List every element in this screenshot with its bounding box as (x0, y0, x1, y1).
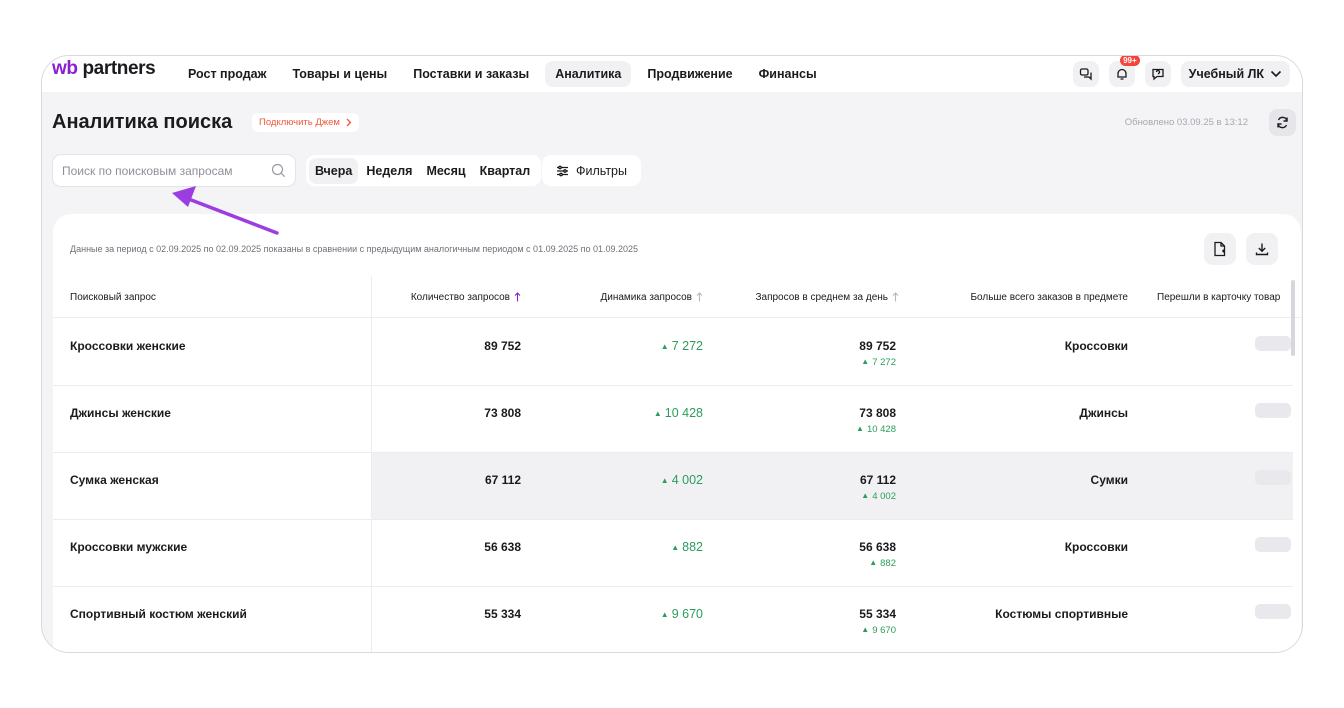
table-row[interactable]: Сумка женская 67 112 ▲ 4 002 67 112 ▲ 4 002… (53, 453, 1293, 520)
chevron-down-icon (1270, 70, 1282, 78)
table-scrollbar[interactable] (1291, 280, 1295, 356)
subject-cell: Джинсы (1079, 406, 1128, 420)
up-triangle-icon: ▲ (869, 558, 878, 567)
subject-cell: Кроссовки (1064, 339, 1128, 353)
export-file-button[interactable] (1204, 233, 1236, 265)
table-row[interactable]: Спортивный костюм женский 55 334 ▲ 9 670 … (53, 587, 1293, 652)
up-triangle-icon: ▲ (671, 543, 680, 552)
file-add-icon (1214, 241, 1226, 257)
tab-month[interactable]: Месяц (420, 158, 471, 184)
blurred-value (1255, 336, 1291, 351)
up-triangle-icon: ▲ (660, 610, 669, 619)
tab-quarter[interactable]: Квартал (474, 158, 537, 184)
dynamics-cell: ▲ 7 272 (660, 339, 703, 353)
blurred-value (1255, 470, 1291, 485)
nav-item-sales-growth[interactable]: Рост продаж (178, 61, 276, 87)
query-cell[interactable]: Кроссовки женские (70, 339, 186, 353)
count-cell: 55 334 (484, 607, 521, 621)
avg-cell: 73 808 ▲ 10 428 (856, 406, 896, 435)
column-count[interactable]: Количество запросов (383, 276, 521, 318)
search-icon (271, 163, 286, 178)
count-cell: 73 808 (484, 406, 521, 420)
blurred-value (1255, 604, 1291, 619)
blurred-value (1255, 537, 1291, 552)
notifications-button[interactable]: 99+ (1108, 56, 1140, 87)
search-analytics-card: Данные за период с 02.09.2025 по 02.09.2… (53, 214, 1301, 652)
up-triangle-icon: ▲ (653, 409, 662, 418)
filters-button[interactable]: Фильтры (542, 155, 641, 186)
tab-week[interactable]: Неделя (360, 158, 418, 184)
up-triangle-icon: ▲ (861, 625, 870, 634)
query-cell[interactable]: Кроссовки мужские (70, 540, 187, 554)
nav-item-finance[interactable]: Финансы (749, 61, 827, 87)
period-tabs: Вчера Неделя Месяц Квартал (306, 155, 542, 186)
main-nav: Рост продаж Товары и цены Поставки и зак… (178, 56, 833, 92)
column-dynamics[interactable]: Динамика запросов (553, 276, 703, 318)
column-query[interactable]: Поисковый запрос (70, 276, 156, 318)
avg-cell: 67 112 ▲ 4 002 (859, 473, 896, 502)
table-header: Поисковый запрос Количество запросов Дин… (53, 276, 1301, 318)
tab-yesterday[interactable]: Вчера (309, 157, 359, 184)
bell-icon (1117, 68, 1127, 80)
column-avg-per-day[interactable]: Запросов в среднем за день (713, 276, 899, 318)
avg-cell: 55 334 ▲ 9 670 (859, 607, 896, 636)
column-top-subject[interactable]: Больше всего заказов в предмете (933, 276, 1128, 318)
notification-badge: 99+ (1120, 56, 1140, 66)
up-triangle-icon: ▲ (856, 424, 864, 433)
avg-cell: 56 638 ▲ 882 (859, 540, 896, 569)
query-cell[interactable]: Сумка женская (70, 473, 159, 487)
top-navigation: wb partners Рост продаж Товары и цены По… (42, 56, 1302, 92)
sort-arrow-up-icon (892, 292, 899, 302)
table-row[interactable]: Кроссовки женские 89 752 ▲ 7 272 89 752 ▲ 7… (53, 319, 1293, 386)
chat-icon (1079, 68, 1092, 81)
query-cell[interactable]: Спортивный костюм женский (70, 607, 247, 621)
count-cell: 89 752 (484, 339, 521, 353)
search-field[interactable] (52, 154, 296, 187)
sort-arrow-up-icon (514, 292, 521, 302)
download-button[interactable] (1246, 233, 1278, 265)
count-cell: 67 112 (484, 473, 521, 487)
account-menu[interactable]: Учебный ЛК (1180, 61, 1290, 87)
count-cell: 56 638 (484, 540, 521, 554)
subject-cell: Кроссовки (1064, 540, 1128, 554)
period-comparison-note: Данные за период с 02.09.2025 по 02.09.2… (70, 244, 639, 254)
connect-jam-button[interactable]: Подключить Джем (252, 113, 359, 132)
subject-cell: Костюмы спортивные (995, 607, 1128, 621)
download-icon (1255, 243, 1269, 256)
dynamics-cell: ▲ 10 428 (653, 406, 703, 420)
header-actions: 99+ Учебный ЛК (1063, 56, 1290, 92)
help-chat-icon (1152, 68, 1164, 81)
sort-arrow-up-icon (696, 292, 703, 302)
dynamics-cell: ▲ 4 002 (660, 473, 703, 487)
avg-cell: 89 752 ▲ 7 272 (859, 339, 896, 368)
wb-partners-logo[interactable]: wb partners (52, 58, 156, 80)
dynamics-cell: ▲ 9 670 (660, 607, 703, 621)
up-triangle-icon: ▲ (660, 342, 669, 351)
refresh-button[interactable] (1269, 109, 1296, 136)
up-triangle-icon: ▲ (861, 357, 870, 366)
chevron-right-icon (346, 118, 352, 127)
refresh-icon (1277, 116, 1288, 129)
updated-timestamp: Обновлено 03.09.25 в 13:12 (1124, 117, 1248, 128)
nav-item-analytics[interactable]: Аналитика (545, 61, 632, 87)
up-triangle-icon: ▲ (861, 491, 870, 500)
filters-icon (557, 165, 568, 176)
table-row[interactable]: Кроссовки мужские 56 638 ▲ 882 56 638 ▲ 882… (53, 520, 1293, 587)
support-button[interactable] (1144, 61, 1171, 87)
app-window: wb partners Рост продаж Товары и цены По… (41, 55, 1303, 653)
nav-item-supplies-orders[interactable]: Поставки и заказы (403, 61, 539, 87)
nav-item-goods-prices[interactable]: Товары и цены (282, 61, 397, 87)
nav-item-promotion[interactable]: Продвижение (637, 61, 742, 87)
blurred-value (1255, 403, 1291, 418)
column-card-visits[interactable]: Перешли в карточку товар (1157, 276, 1280, 318)
query-cell[interactable]: Джинсы женские (70, 406, 171, 420)
dynamics-cell: ▲ 882 (671, 540, 703, 554)
up-triangle-icon: ▲ (660, 476, 669, 485)
table-row[interactable]: Джинсы женские 73 808 ▲ 10 428 73 808 ▲ 10 … (53, 386, 1293, 453)
subject-cell: Сумки (1090, 473, 1128, 487)
chat-button[interactable] (1072, 61, 1099, 87)
page-title: Аналитика поиска (52, 111, 233, 133)
search-input[interactable] (62, 163, 271, 178)
